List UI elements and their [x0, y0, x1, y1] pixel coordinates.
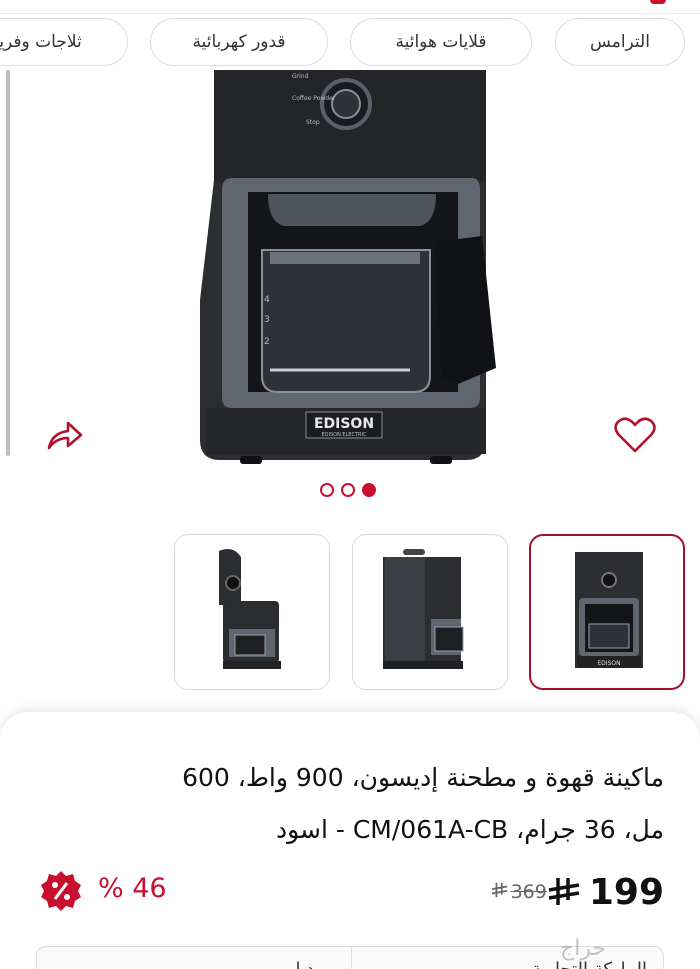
gallery-dot-2[interactable]	[341, 483, 355, 497]
gallery-dots	[320, 483, 376, 497]
spec-model-label: موديل	[287, 959, 333, 969]
coffee-maker-image: Grind Coffee Powder Stop 4 3 2 EDISON ED…	[200, 70, 496, 464]
knob-label-grind: Grind	[292, 73, 309, 80]
thumbnail-lid-open[interactable]	[174, 534, 330, 690]
specs-divider	[351, 947, 352, 969]
product-title: ماكينة قهوة و مطحنة إديسون، 900 واط، 600…	[34, 752, 664, 856]
thumbnail-image	[219, 549, 281, 669]
knob-label-powder: Coffee Powder	[292, 95, 336, 102]
heart-icon	[614, 417, 656, 453]
category-chips: الترامس قلايات هوائية قدور كهربائية ثلاج…	[0, 18, 700, 68]
riyal-icon	[548, 878, 580, 905]
product-title-line-2: مل، 36 جرام، CM/061A-CB - اسود	[275, 815, 664, 844]
thumbnail-front[interactable]: EDISON	[529, 534, 685, 690]
old-price-value: 369	[510, 881, 547, 903]
gallery-dot-1[interactable]	[320, 483, 334, 497]
favorite-button[interactable]	[612, 412, 658, 458]
svg-text:3: 3	[264, 315, 270, 325]
chip-fridges[interactable]: ثلاجات وفريزرات	[0, 18, 128, 66]
scrollbar[interactable]	[6, 70, 10, 456]
svg-text:2: 2	[264, 337, 270, 347]
old-price: 369	[491, 881, 547, 903]
product-main-image[interactable]: Grind Coffee Powder Stop 4 3 2 EDISON ED…	[0, 70, 700, 510]
riyal-icon	[491, 882, 507, 898]
haraj-watermark: حراج	[560, 936, 607, 961]
price-row: 369 199	[463, 870, 664, 914]
share-button[interactable]	[44, 414, 86, 456]
product-title-line-1: ماكينة قهوة و مطحنة إديسون، 900 واط، 600	[182, 763, 664, 792]
chip-air-fryers[interactable]: قلايات هوائية	[350, 18, 532, 66]
knob-label-stop: Stop	[306, 119, 320, 126]
status-indicator	[650, 0, 666, 4]
thumbnail-side[interactable]	[352, 534, 508, 690]
share-arrow-icon	[47, 421, 83, 450]
current-price: 199	[588, 871, 664, 913]
thumbnail-image: EDISON	[575, 552, 643, 668]
gallery-dot-3[interactable]	[362, 483, 376, 497]
thumbnail-image	[383, 549, 464, 669]
chip-thermos[interactable]: الترامس	[555, 18, 685, 66]
brand-logo-text: EDISON	[314, 416, 374, 432]
top-strip	[0, 0, 700, 14]
thumbnail-brand-text: EDISON	[597, 660, 620, 667]
discount-percentage: % 46	[98, 873, 167, 904]
brand-sub-text: EDISON ELECTRIC	[321, 432, 367, 438]
svg-text:4: 4	[264, 295, 270, 305]
chip-electric-pots[interactable]: قدور كهربائية	[150, 18, 328, 66]
percent-badge-icon	[41, 871, 81, 911]
